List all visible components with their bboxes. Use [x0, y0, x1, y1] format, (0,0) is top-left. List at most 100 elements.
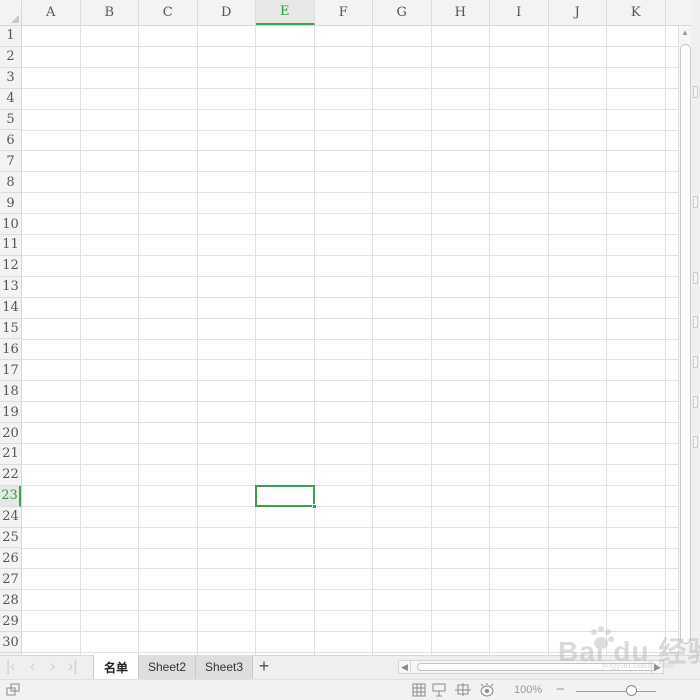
vertical-scroll-thumb[interactable] — [680, 44, 691, 644]
row-header-18[interactable]: 18 — [0, 381, 21, 403]
column-header-c[interactable]: C — [139, 0, 198, 25]
nav-first-icon[interactable]: |‹ — [6, 658, 15, 676]
row-header-2[interactable]: 2 — [0, 47, 21, 68]
horizontal-scroll-thumb[interactable] — [417, 663, 657, 671]
grid-line — [22, 234, 678, 235]
header-corner-right — [678, 0, 691, 26]
row-header-20[interactable]: 20 — [0, 423, 21, 444]
scroll-right-icon[interactable]: ▶ — [651, 661, 663, 673]
side-panel-strip — [691, 0, 700, 655]
row-header-30[interactable]: 30 — [0, 632, 21, 653]
column-header-e[interactable]: E — [256, 0, 315, 25]
scroll-left-icon[interactable]: ◀ — [399, 661, 411, 673]
side-tool-icon[interactable] — [693, 316, 698, 328]
column-header-d[interactable]: D — [198, 0, 256, 25]
zoom-slider[interactable] — [576, 691, 656, 692]
row-header-8[interactable]: 8 — [0, 172, 21, 194]
row-header-12[interactable]: 12 — [0, 256, 21, 277]
row-header-1[interactable]: 1 — [0, 26, 21, 47]
eye-protection-icon[interactable] — [478, 683, 496, 700]
sheet-tab-3[interactable]: Sheet3 — [196, 655, 253, 679]
grid-line — [22, 359, 678, 361]
column-header-h[interactable]: H — [432, 0, 490, 25]
sheet-tab-2[interactable]: Sheet2 — [139, 655, 196, 679]
grid-line — [372, 26, 373, 655]
grid-line — [255, 26, 256, 655]
grid-line — [22, 463, 678, 465]
nav-next-icon[interactable]: › — [50, 658, 55, 676]
macro-record-icon[interactable] — [6, 683, 22, 700]
normal-view-icon[interactable] — [412, 683, 426, 700]
row-header-23[interactable]: 23 — [0, 485, 21, 507]
fill-handle[interactable] — [311, 503, 317, 509]
row-header-25[interactable]: 25 — [0, 528, 21, 549]
column-header-g[interactable]: G — [373, 0, 432, 25]
row-header-26[interactable]: 26 — [0, 549, 21, 570]
side-tool-icon[interactable] — [693, 196, 698, 208]
row-header-13[interactable]: 13 — [0, 277, 21, 298]
side-tool-icon[interactable] — [693, 272, 698, 284]
select-all-corner[interactable] — [0, 0, 22, 26]
vertical-scrollbar[interactable]: ▲ — [678, 26, 691, 655]
row-header-17[interactable]: 17 — [0, 360, 21, 382]
scroll-up-icon[interactable]: ▲ — [681, 28, 689, 37]
page-layout-view-icon[interactable] — [454, 683, 472, 700]
horizontal-scrollbar[interactable]: ◀ ▶ — [398, 660, 664, 674]
grid-line — [22, 401, 678, 403]
status-bar: 100% − — [0, 679, 700, 700]
row-header-28[interactable]: 28 — [0, 590, 21, 612]
column-header-b[interactable]: B — [81, 0, 139, 25]
column-header-j[interactable]: J — [549, 0, 607, 25]
grid-line — [22, 87, 678, 89]
row-header-15[interactable]: 15 — [0, 319, 21, 340]
zoom-out-button[interactable]: − — [556, 681, 565, 698]
row-header-24[interactable]: 24 — [0, 507, 21, 528]
row-header-29[interactable]: 29 — [0, 611, 21, 633]
column-header-f[interactable]: F — [315, 0, 373, 25]
grid-line — [22, 129, 678, 131]
column-header-a[interactable]: A — [22, 0, 81, 25]
side-tool-icon[interactable] — [693, 396, 698, 408]
grid-line — [196, 26, 198, 655]
row-header-6[interactable]: 6 — [0, 131, 21, 152]
column-header-k[interactable]: K — [607, 0, 666, 25]
row-header-21[interactable]: 21 — [0, 444, 21, 465]
row-header-27[interactable]: 27 — [0, 569, 21, 591]
row-header-14[interactable]: 14 — [0, 298, 21, 319]
page-break-view-icon[interactable] — [432, 683, 448, 700]
column-headers: ABCDEFGHIJK — [22, 0, 678, 26]
zoom-level[interactable]: 100% — [514, 684, 542, 696]
row-header-11[interactable]: 11 — [0, 235, 21, 256]
selected-cell[interactable] — [255, 484, 315, 507]
side-tool-icon[interactable] — [693, 356, 698, 368]
row-header-7[interactable]: 7 — [0, 151, 21, 173]
grid-line — [22, 192, 678, 194]
grid-line — [22, 484, 678, 486]
row-header-10[interactable]: 10 — [0, 214, 21, 235]
side-tool-icon[interactable] — [693, 436, 698, 448]
nav-last-icon[interactable]: ›| — [68, 658, 77, 676]
row-headers: 1 2 3 4 5 6 7 8 9 10 11 12 13 14 15 16 17 18 19 20 21 22 23 24 2… — [0, 26, 22, 655]
row-header-16[interactable]: 16 — [0, 340, 21, 361]
grid-line — [313, 26, 315, 655]
cell-area[interactable] — [22, 26, 678, 655]
row-header-3[interactable]: 3 — [0, 68, 21, 89]
row-header-5[interactable]: 5 — [0, 110, 21, 131]
side-tool-icon[interactable] — [693, 86, 698, 98]
row-header-9[interactable]: 9 — [0, 193, 21, 215]
grid-line — [22, 296, 678, 298]
sheet-tab-1[interactable]: 名单 — [93, 655, 139, 679]
grid-line — [22, 317, 678, 319]
column-header-i[interactable]: I — [490, 0, 549, 25]
grid-line — [138, 26, 139, 655]
row-header-19[interactable]: 19 — [0, 402, 21, 424]
grid-line — [22, 380, 678, 382]
add-sheet-button[interactable]: + — [255, 656, 273, 677]
grid-line — [22, 213, 678, 215]
row-header-4[interactable]: 4 — [0, 89, 21, 110]
sheet-tab-bar: |‹ ‹ › ›| 名单 Sheet2 Sheet3 + ◀ ▶ — [0, 655, 700, 679]
spreadsheet-grid: ABCDEFGHIJK 1 2 3 4 5 6 7 8 9 10 11 12 13 14 15 16 17 18 1… — [0, 0, 678, 655]
zoom-slider-knob[interactable] — [626, 685, 637, 696]
nav-prev-icon[interactable]: ‹ — [30, 658, 35, 676]
row-header-22[interactable]: 22 — [0, 465, 21, 486]
